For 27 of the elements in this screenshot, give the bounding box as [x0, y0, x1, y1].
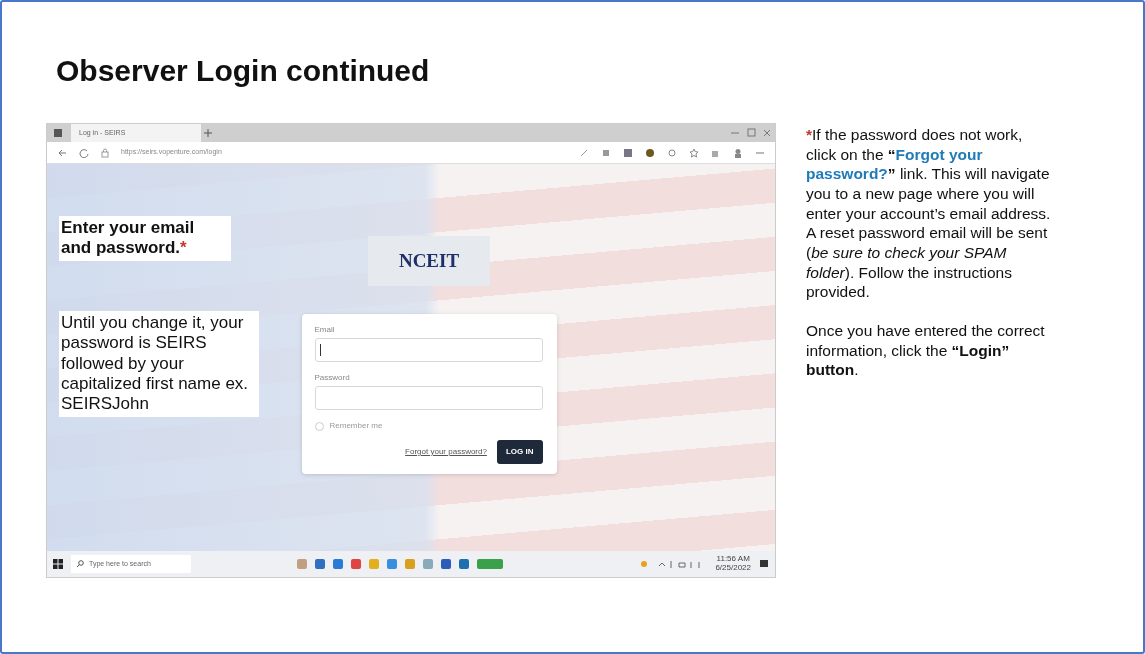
- battery-icon: [477, 559, 503, 569]
- lock-icon: [101, 147, 109, 158]
- login-button[interactable]: LOG IN: [496, 440, 543, 464]
- input-field[interactable]: [314, 338, 543, 362]
- slide-title: Observer Login continued: [56, 54, 431, 87]
- clock-time: 11:56 AM: [715, 555, 751, 564]
- windows-start-icon[interactable]: [53, 559, 63, 569]
- profile-icon[interactable]: [733, 147, 743, 158]
- star-icon[interactable]: [689, 147, 699, 158]
- ring-icon[interactable]: [667, 147, 677, 158]
- notification-icon[interactable]: [759, 559, 769, 569]
- instruction-text: Until you change it, your password is SEIRS followed by your capitalized first name ex. SEIRSJohn: [59, 310, 259, 417]
- field-label: Email: [314, 324, 336, 336]
- clock-date: 6/25/2022: [715, 564, 751, 573]
- input-field[interactable]: [314, 386, 543, 410]
- refresh-icon[interactable]: [79, 147, 89, 158]
- field-label: Password: [314, 372, 351, 384]
- back-icon[interactable]: [57, 147, 67, 158]
- instruction-heading: Enter your email and password.*: [59, 216, 231, 261]
- circle-icon[interactable]: [645, 147, 655, 158]
- forgot-password-link[interactable]: Forgot your password?: [405, 446, 487, 458]
- logo: NCEIT: [368, 236, 490, 286]
- search-icon: [76, 560, 84, 568]
- weather-icon[interactable]: [639, 559, 650, 569]
- explanation-text: Once you have entered the correct information, click the “Login” button.: [806, 321, 1046, 381]
- explanation-text: *If the password does not work, click on the “Forgot your password?” link. This will navigate you to a new page where you will enter your account’s email address. A reset password email will be sent (be sure to check your SPAM folder). Follow the instructions provided.: [806, 125, 1052, 303]
- checkbox-label: Remember me: [329, 420, 383, 432]
